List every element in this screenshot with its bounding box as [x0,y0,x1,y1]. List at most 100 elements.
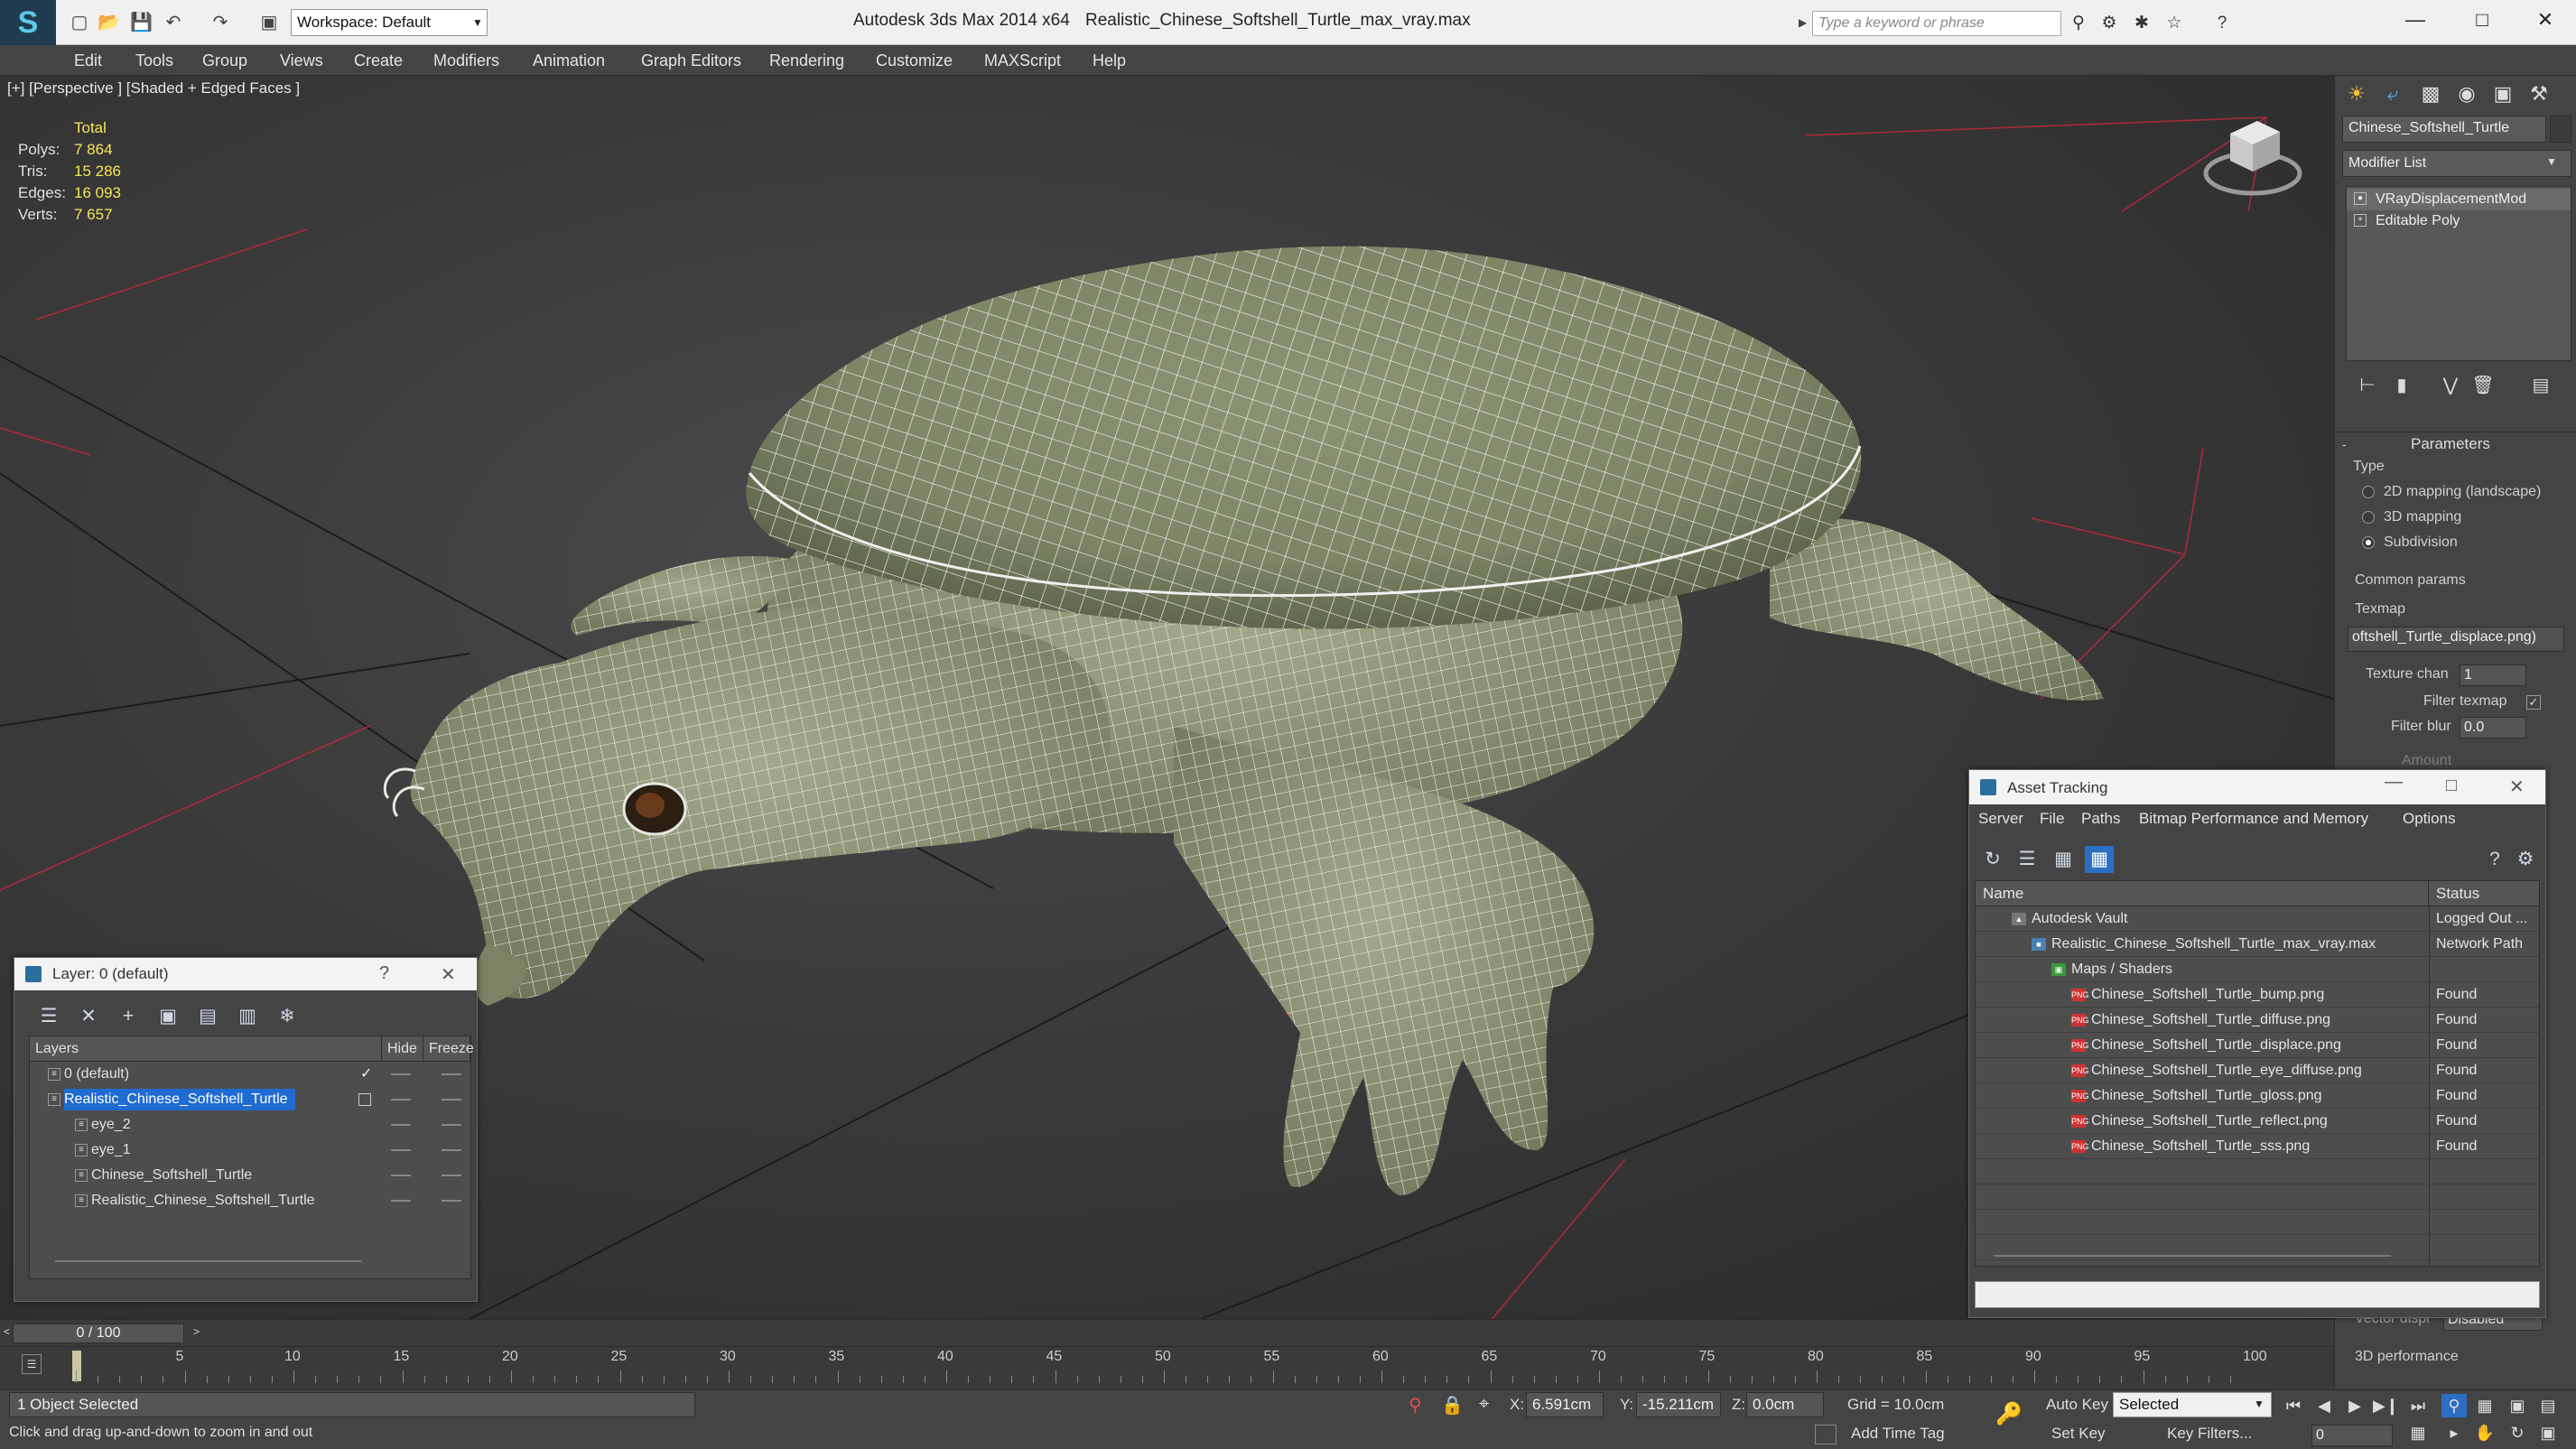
add-to-layer-icon[interactable]: + [114,1003,143,1030]
asset-row[interactable]: ▲ Autodesk Vault Logged Out ... [1976,906,2539,932]
pin-stack-icon[interactable]: ⊢ [2353,372,2382,399]
go-to-start-icon[interactable]: ⏮ [2281,1394,2306,1417]
zoom-all-icon[interactable]: ▦ [2472,1394,2497,1417]
play-icon[interactable]: ▶ [2342,1394,2367,1417]
column-status[interactable]: Status [2429,881,2539,906]
asset-row[interactable]: PNG Chinese_Softshell_Turtle_diffuse.png F… [1976,1008,2539,1033]
save-file-icon[interactable]: 💾 [130,12,153,33]
layer-name[interactable]: eye_1 [91,1139,138,1161]
viewport-label[interactable]: [+] [Perspective ] [Shaded + Edged Faces… [7,79,300,98]
search-input[interactable]: Type a keyword or phrase [1812,11,2061,36]
time-tag-icon[interactable] [1815,1425,1837,1444]
redo-icon[interactable]: ↷ [209,12,231,33]
show-end-result-icon[interactable]: ▮ [2387,372,2416,399]
isolate-icon[interactable]: ⚲ [1409,1394,1422,1416]
radio-2d-mapping[interactable] [2362,486,2375,498]
menu-create[interactable]: Create [354,45,403,76]
texture-chan-spinner[interactable]: 1 [2460,664,2526,686]
help-icon[interactable]: ? [2480,846,2509,873]
current-frame-field[interactable]: 0 [2311,1425,2393,1446]
layer-scrollbar[interactable] [55,1260,362,1262]
hide-toggle[interactable] [391,1200,411,1202]
asset-scrollbar[interactable] [1994,1255,2391,1257]
menu-animation[interactable]: Animation [533,45,605,76]
select-objects-icon[interactable]: ▣ [153,1003,182,1030]
layer-row[interactable]: ≡ eye_1 [30,1138,470,1163]
layer-name[interactable]: Chinese_Softshell_Turtle [91,1165,259,1186]
modifier-list-dropdown[interactable]: Modifier List [2342,150,2571,177]
asset-row[interactable]: PNG Chinese_Softshell_Turtle_bump.png Foun… [1976,982,2539,1008]
utilities-tab-icon[interactable]: ⚒ [2521,78,2557,110]
menu-views[interactable]: Views [280,45,323,76]
go-to-end-icon[interactable]: ⏭ [2405,1394,2431,1417]
texmap-button[interactable]: oftshell_Turtle_displace.png) [2348,627,2564,652]
motion-tab-icon[interactable]: ◉ [2449,78,2485,110]
thumbnail-view-icon[interactable]: ▦ [2049,846,2078,873]
zoom-icon[interactable]: ⚲ [2441,1394,2467,1417]
add-time-tag-button[interactable]: Add Time Tag [1851,1425,1945,1443]
asset-row[interactable]: PNG Chinese_Softshell_Turtle_displace.png… [1976,1033,2539,1058]
next-frame-icon[interactable]: > [193,1325,200,1338]
freeze-toggle[interactable] [442,1149,461,1151]
open-file-icon[interactable]: 📂 [98,12,120,33]
maximize-button[interactable]: □ [2450,0,2514,40]
favorites-star-icon[interactable]: ☆ [2162,13,2186,34]
layer-name[interactable]: eye_2 [91,1114,138,1136]
help-button[interactable]: ? [379,963,389,984]
freeze-toggle[interactable] [442,1175,461,1176]
menu-rendering[interactable]: Rendering [769,45,844,76]
time-slider[interactable]: < 0 / 100 > [0,1319,2334,1346]
maximize-viewport-icon[interactable]: ▣ [2535,1421,2561,1444]
freeze-toggle[interactable] [442,1099,461,1101]
remove-modifier-icon[interactable]: 🗑 [2469,372,2497,399]
hide-toggle[interactable] [391,1099,411,1101]
layer-row[interactable]: ≡ Realistic_Chinese_Softshell_Turtle [30,1188,470,1213]
close-button[interactable]: ✕ [2514,0,2576,40]
make-unique-icon[interactable]: ⋁ [2436,372,2465,399]
object-color-swatch[interactable] [2550,116,2571,143]
hide-toggle[interactable] [391,1124,411,1126]
freeze-toggle[interactable] [442,1124,461,1126]
freeze-toggle[interactable] [442,1200,461,1202]
lock-icon[interactable]: 🔒 [1441,1394,1464,1416]
create-tab-icon[interactable]: ☀ [2339,78,2375,110]
freeze-all-layers-icon[interactable]: ❄ [273,1003,302,1030]
minimize-button[interactable]: — [2384,0,2447,40]
settings-icon[interactable]: ⚙ [2511,846,2540,873]
chevron-down-icon[interactable]: ▼ [2546,155,2557,168]
search-expand-icon[interactable]: ▶ [1799,16,1807,29]
absolute-mode-icon[interactable]: ⌖ [1479,1394,1489,1415]
list-view-icon[interactable]: ☰ [2013,846,2041,873]
track-bar[interactable]: ☰ 5 10 15 20 25 30 35 40 45 50 55 60 65 70 75 80 85 90 95 1… [0,1346,2334,1389]
x-coordinate[interactable]: 6.591cm [1526,1392,1604,1417]
new-file-icon[interactable]: ▢ [69,12,90,33]
zoom-extents-all-icon[interactable]: ▤ [2535,1394,2561,1417]
close-icon[interactable]: ✕ [441,963,456,986]
zoom-extents-icon[interactable]: ▣ [2505,1394,2530,1417]
orbit-icon[interactable]: ↻ [2505,1421,2530,1444]
parameters-rollout-title[interactable]: Parameters [2411,435,2490,453]
hide-all-layers-icon[interactable]: ▥ [233,1003,262,1030]
object-name-field[interactable]: Chinese_Softshell_Turtle [2342,116,2546,143]
hide-toggle[interactable] [391,1073,411,1075]
y-coordinate[interactable]: -15.211cm [1636,1392,1721,1417]
column-layers[interactable]: Layers [30,1036,382,1062]
subscription-icon[interactable]: ⚙ [2097,13,2121,34]
delete-layer-icon[interactable]: ✕ [74,1003,103,1030]
menu-tools[interactable]: Tools [135,45,173,76]
z-coordinate[interactable]: 0.0cm [1746,1392,1824,1417]
auto-key-button[interactable]: Auto Key [2046,1396,2108,1414]
key-mode-dropdown[interactable]: Selected [2113,1392,2272,1417]
app-logo-icon[interactable]: S [0,0,56,45]
menu-bitmap-performance[interactable]: Bitmap Performance and Memory [2139,810,2368,828]
active-layer-check-icon[interactable]: ✓ [360,1062,372,1087]
asset-row[interactable]: ▣ Maps / Shaders [1976,957,2539,982]
chevron-down-icon[interactable]: ▼ [2254,1398,2264,1410]
filter-blur-spinner[interactable]: 0.0 [2460,717,2526,738]
close-icon[interactable]: ✕ [2509,776,2525,798]
asset-row[interactable]: PNG Chinese_Softshell_Turtle_sss.png Found [1976,1134,2539,1159]
freeze-toggle[interactable] [442,1073,461,1075]
help-icon[interactable]: ? [2210,13,2234,34]
hierarchy-tab-icon[interactable]: ▩ [2413,78,2449,110]
set-current-layer-box[interactable] [358,1093,371,1106]
